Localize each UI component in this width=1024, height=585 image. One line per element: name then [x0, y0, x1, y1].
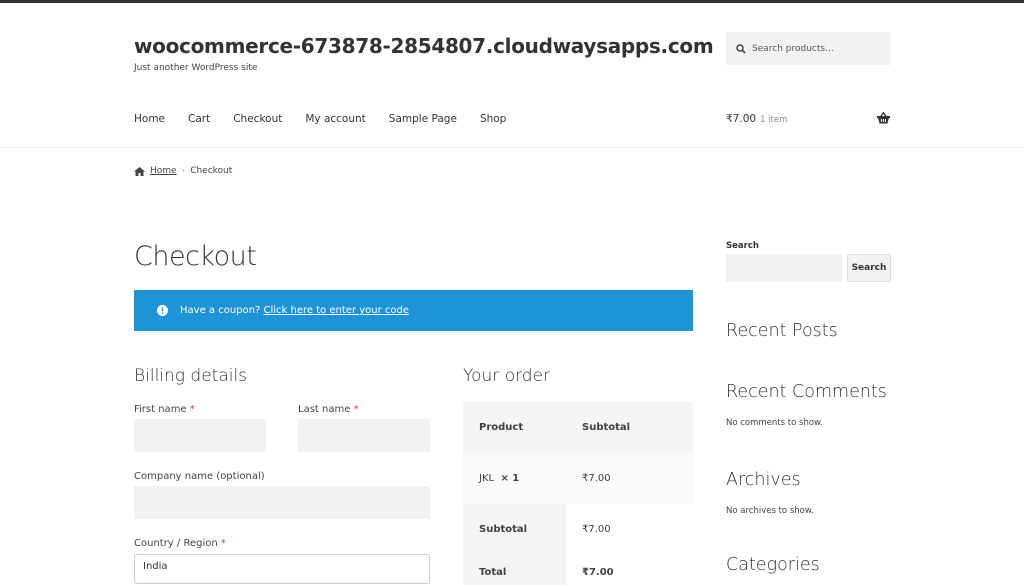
order-subtotal-row: Subtotal ₹7.00: [463, 504, 693, 555]
order-item-name: JKL × 1: [479, 473, 520, 484]
company-input[interactable]: [134, 486, 430, 519]
country-select[interactable]: India: [134, 554, 430, 584]
archives-heading: Archives: [726, 470, 801, 490]
coupon-link[interactable]: Click here to enter your code: [263, 305, 409, 316]
last-name-label: Last name *: [298, 404, 359, 415]
order-title: Your order: [463, 366, 551, 386]
billing-title: Billing details: [134, 366, 248, 386]
breadcrumb: Home › Checkout: [134, 166, 232, 176]
sidebar-search-input[interactable]: [726, 254, 842, 282]
site-tagline: Just another WordPress site: [134, 63, 258, 73]
nav-my-account[interactable]: My account: [305, 113, 365, 125]
page-title: Checkout: [134, 241, 257, 272]
col-product: Product: [479, 422, 524, 433]
total-value: ₹7.00: [582, 567, 614, 578]
home-icon: [134, 166, 145, 176]
order-header-row: Product Subtotal: [463, 402, 693, 453]
coupon-notice: Have a coupon? Click here to enter your …: [134, 290, 693, 331]
search-placeholder: Search products…: [752, 43, 835, 54]
basket-icon[interactable]: [877, 112, 890, 124]
total-label: Total: [463, 555, 566, 585]
product-search-input[interactable]: Search products…: [726, 32, 891, 65]
header-divider: [0, 147, 1024, 148]
order-total-row: Total ₹7.00: [463, 555, 693, 585]
col-subtotal: Subtotal: [582, 422, 631, 433]
subtotal-label: Subtotal: [463, 504, 566, 555]
nav-checkout[interactable]: Checkout: [233, 113, 282, 125]
categories-heading: Categories: [726, 555, 820, 575]
order-item-price: ₹7.00: [582, 473, 611, 484]
nav-sample-page[interactable]: Sample Page: [389, 113, 457, 125]
info-icon: [157, 305, 168, 316]
main-nav: Home Cart Checkout My account Sample Pag…: [134, 113, 529, 125]
country-label: Country / Region *: [134, 538, 226, 549]
top-border: [0, 0, 1024, 3]
recent-comments-heading: Recent Comments: [726, 382, 887, 402]
last-name-input[interactable]: [298, 419, 430, 452]
order-item-row: JKL × 1 ₹7.00: [463, 453, 693, 504]
nav-shop[interactable]: Shop: [480, 113, 506, 125]
header-cart[interactable]: ₹7.00 1 item: [726, 113, 787, 125]
cart-count: 1 item: [760, 115, 788, 125]
sidebar-search-label: Search: [726, 241, 759, 251]
coupon-text: Have a coupon?: [180, 305, 261, 316]
breadcrumb-home[interactable]: Home: [150, 166, 177, 176]
first-name-input[interactable]: [134, 419, 266, 452]
site-title[interactable]: woocommerce-673878-2854807.cloudwaysapps…: [134, 34, 714, 58]
subtotal-value: ₹7.00: [582, 524, 611, 535]
nav-cart[interactable]: Cart: [188, 113, 210, 125]
nav-home[interactable]: Home: [134, 113, 165, 125]
first-name-label: First name *: [134, 404, 195, 415]
recent-posts-heading: Recent Posts: [726, 321, 838, 341]
company-label: Company name (optional): [134, 471, 265, 482]
breadcrumb-separator: ›: [181, 166, 186, 176]
cart-total: ₹7.00: [726, 113, 757, 125]
sidebar-search-button[interactable]: Search: [847, 254, 891, 282]
no-archives-text: No archives to show.: [726, 506, 814, 516]
breadcrumb-current: Checkout: [190, 166, 233, 176]
search-icon: [736, 43, 746, 54]
no-comments-text: No comments to show.: [726, 418, 823, 428]
order-table: Product Subtotal JKL × 1 ₹7.00 Subtotal ₹7.…: [463, 402, 693, 585]
